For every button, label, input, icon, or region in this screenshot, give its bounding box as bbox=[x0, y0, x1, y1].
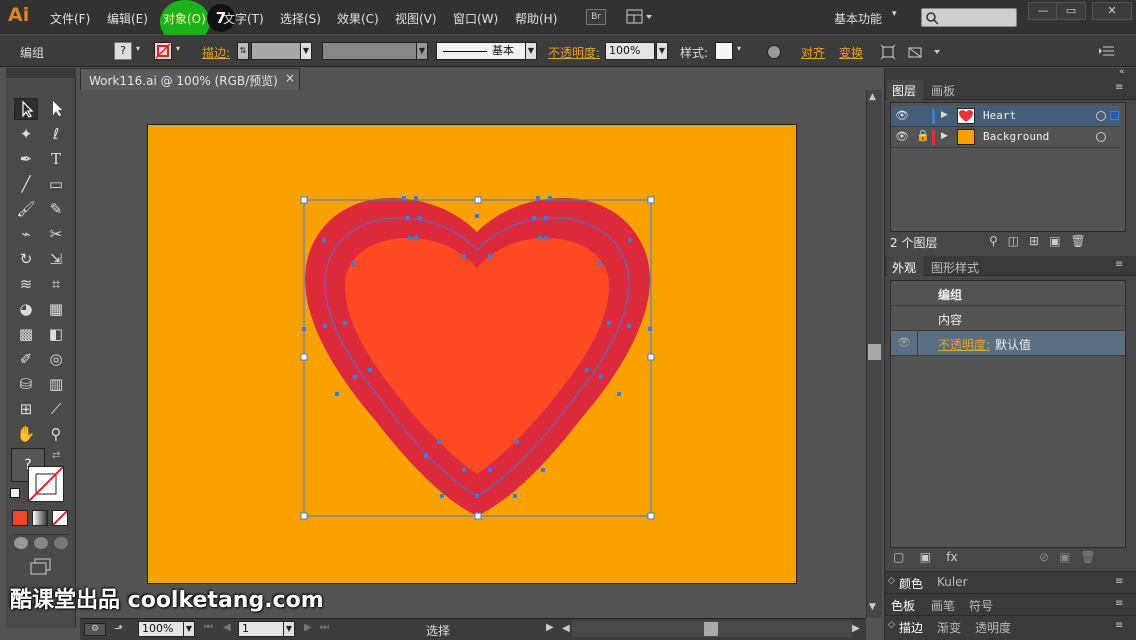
add-new-stroke-icon[interactable]: ▢ bbox=[893, 550, 904, 564]
scroll-down-icon[interactable]: ▼ bbox=[869, 602, 876, 612]
appearance-footer-icons: ▢ ▣ fx bbox=[893, 550, 958, 564]
next-artboard-icon[interactable]: ▶ bbox=[304, 622, 312, 633]
expand-layer-icon[interactable]: ▶ bbox=[941, 110, 948, 120]
appearance-opacity-row[interactable]: 👁 不透明度: 默认值 bbox=[891, 331, 1125, 356]
visibility-eye-icon[interactable]: 👁 bbox=[897, 336, 911, 349]
appearance-panel-header: 外观 图形样式 ≡ bbox=[885, 256, 1136, 276]
layer-row-background[interactable]: 👁 🔒 ▶ Background bbox=[891, 127, 1120, 148]
add-new-effect-icon[interactable]: fx bbox=[946, 550, 957, 564]
swatches-panel-header: 色板 画笔 符号 ≡ bbox=[885, 593, 1136, 615]
first-artboard-icon[interactable]: ⏮ bbox=[204, 622, 213, 633]
delete-layer-icon[interactable]: 🗑 bbox=[1071, 234, 1096, 248]
clear-appearance-icon[interactable]: ⊘ bbox=[1039, 550, 1059, 564]
heart-inner-shape bbox=[345, 238, 609, 474]
scroll-left-icon[interactable]: ◀ bbox=[562, 623, 570, 634]
layer-name-heart[interactable]: Heart bbox=[983, 109, 1016, 122]
watermark: 酷课堂出品 coolketang.com bbox=[10, 588, 324, 613]
collapse-panels-icon[interactable]: « bbox=[1119, 67, 1125, 77]
stroke-panel-menu-icon[interactable]: ≡ bbox=[1115, 620, 1123, 631]
visibility-eye-icon[interactable]: 👁 bbox=[895, 130, 909, 143]
appearance-object-type: 编组 bbox=[938, 288, 963, 302]
panel-toggle-icon[interactable]: ◇ bbox=[888, 576, 895, 586]
panel-dock-grip[interactable] bbox=[885, 68, 1136, 78]
layer-name-background[interactable]: Background bbox=[983, 130, 1049, 143]
duplicate-item-icon[interactable]: ▣ bbox=[1059, 550, 1080, 564]
appearance-list: 编组 内容 👁 不透明度: 默认值 bbox=[890, 280, 1126, 548]
tab-swatches[interactable]: 色板 bbox=[891, 597, 915, 614]
layer-color-bar bbox=[932, 109, 935, 124]
add-new-fill-icon[interactable]: ▣ bbox=[920, 550, 931, 564]
tab-brushes[interactable]: 画笔 bbox=[931, 597, 955, 614]
appearance-footer-right-icons: ⊘▣🗑 bbox=[1039, 550, 1106, 564]
status-bar: ⚙ ⬏ 100% ▼ ⏮ ◀ 1 ▼ ▶ ⏭ 选择 ▶ ◀ ▶ bbox=[80, 618, 866, 640]
right-panels: « 图层 画板 ≡ 👁 ▶ Heart 👁 🔒 ▶ Background 2 个 bbox=[884, 67, 1136, 640]
opacity-default-value: 默认值 bbox=[995, 338, 1032, 352]
tab-appearance[interactable]: 外观 bbox=[887, 256, 923, 276]
appearance-header-row: 编组 bbox=[891, 281, 1125, 306]
tab-graphic-styles[interactable]: 图形样式 bbox=[931, 259, 979, 276]
tab-layers[interactable]: 图层 bbox=[887, 80, 923, 100]
appearance-contents-label: 内容 bbox=[938, 313, 963, 327]
layer-thumbnail-background bbox=[957, 129, 975, 145]
color-panel-menu-icon[interactable]: ≡ bbox=[1115, 576, 1123, 587]
layer-row-heart[interactable]: 👁 ▶ Heart bbox=[891, 106, 1120, 127]
zoom-field[interactable]: 100% bbox=[138, 621, 184, 637]
layers-footer-icons: ⚲◫⊞▣🗑 bbox=[989, 234, 1096, 248]
target-icon[interactable] bbox=[1096, 132, 1106, 142]
gpu-icon[interactable]: ⚙ bbox=[84, 623, 106, 636]
tab-artboards[interactable]: 画板 bbox=[931, 82, 955, 99]
layers-list: 👁 ▶ Heart 👁 🔒 ▶ Background bbox=[890, 102, 1126, 232]
make-clipping-mask-icon[interactable]: ◫ bbox=[1008, 234, 1029, 248]
visibility-eye-icon[interactable]: 👁 bbox=[895, 109, 909, 122]
layer-thumbnail-heart bbox=[957, 108, 975, 124]
zoom-dropdown[interactable]: ▼ bbox=[183, 621, 195, 637]
tab-color[interactable]: 颜色 bbox=[899, 575, 923, 592]
vertical-scroll-thumb[interactable] bbox=[868, 344, 881, 360]
delete-item-icon[interactable]: 🗑 bbox=[1080, 550, 1105, 564]
appearance-panel-menu-icon[interactable]: ≡ bbox=[1115, 259, 1123, 270]
color-panel-header: ◇ 颜色 Kuler ≡ bbox=[885, 571, 1136, 593]
target-icon[interactable] bbox=[1096, 111, 1106, 121]
opacity-link[interactable]: 不透明度: bbox=[938, 336, 990, 353]
scroll-up-icon[interactable]: ▲ bbox=[869, 92, 876, 102]
previous-artboard-icon[interactable]: ◀ bbox=[223, 622, 231, 633]
last-artboard-icon[interactable]: ⏭ bbox=[320, 622, 329, 633]
new-sublayer-icon[interactable]: ⊞ bbox=[1029, 234, 1049, 248]
artboard-number-field[interactable]: 1 bbox=[238, 621, 284, 637]
share-icon[interactable]: ⬏ bbox=[114, 622, 123, 635]
expand-layer-icon[interactable]: ▶ bbox=[941, 131, 948, 141]
horizontal-scroll-track[interactable] bbox=[572, 621, 852, 637]
scroll-right-icon[interactable]: ▶ bbox=[852, 623, 860, 634]
selection-indicator[interactable] bbox=[1110, 111, 1119, 120]
artboard-dropdown[interactable]: ▼ bbox=[283, 621, 295, 637]
panel-toggle-icon[interactable]: ◇ bbox=[888, 620, 895, 630]
status-menu-icon[interactable]: ▶ bbox=[546, 622, 554, 633]
swatches-panel-menu-icon[interactable]: ≡ bbox=[1115, 598, 1123, 609]
tab-symbols[interactable]: 符号 bbox=[969, 597, 993, 614]
layer-color-bar bbox=[932, 130, 935, 145]
tab-gradient[interactable]: 渐变 bbox=[937, 619, 961, 636]
layers-panel-header: 图层 画板 ≡ bbox=[885, 78, 1136, 100]
new-layer-icon[interactable]: ▣ bbox=[1049, 234, 1070, 248]
appearance-contents-row[interactable]: 内容 bbox=[891, 306, 1125, 331]
lock-icon[interactable]: 🔒 bbox=[916, 129, 930, 142]
current-tool-status[interactable]: 选择 bbox=[426, 622, 450, 639]
tab-kuler[interactable]: Kuler bbox=[937, 575, 968, 589]
horizontal-scroll-thumb[interactable] bbox=[704, 622, 718, 636]
layers-panel-menu-icon[interactable]: ≡ bbox=[1115, 82, 1123, 93]
stroke-panel-header: ◇ 描边 渐变 透明度 ≡ bbox=[885, 615, 1136, 640]
tab-stroke[interactable]: 描边 bbox=[899, 619, 923, 636]
locate-object-icon[interactable]: ⚲ bbox=[989, 234, 1008, 248]
tab-transparency[interactable]: 透明度 bbox=[975, 619, 1011, 636]
vertical-scrollbar[interactable]: ▲ ▼ bbox=[866, 90, 882, 618]
layer-count-label: 2 个图层 bbox=[890, 236, 938, 250]
